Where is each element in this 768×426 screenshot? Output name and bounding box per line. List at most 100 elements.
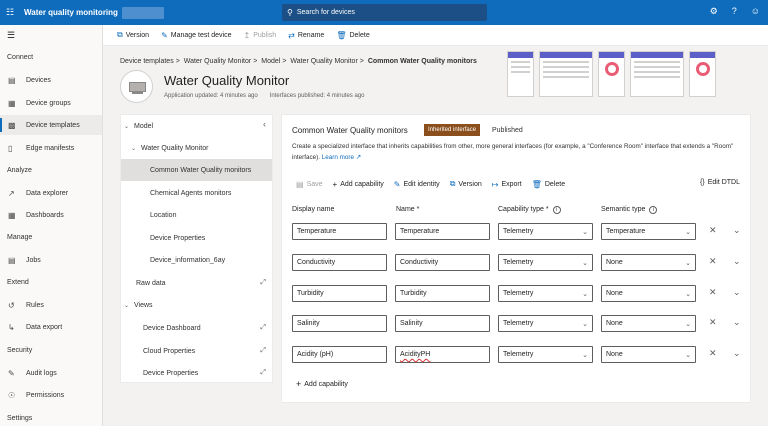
chevron-down-icon[interactable]: ⌄ bbox=[733, 256, 741, 267]
chevron-down-icon: ⌄ bbox=[582, 351, 588, 359]
save-button[interactable]: ▤ Save bbox=[296, 180, 323, 189]
chevron-down-icon[interactable]: ⌄ bbox=[733, 287, 741, 298]
capability-type-select[interactable]: Telemetry ⌄ bbox=[498, 315, 593, 332]
section-manage: Manage bbox=[7, 234, 33, 241]
search-icon: ⚲ bbox=[287, 8, 293, 17]
learn-more-link[interactable]: Learn more bbox=[322, 154, 354, 161]
tree-item-device-dashboard[interactable]: Device Dashboard ⤢ bbox=[121, 317, 272, 339]
dashboard-thumbnails bbox=[507, 51, 716, 97]
tree-item-water-quality-monitor[interactable]: ⌄ Water Quality Monitor bbox=[121, 137, 272, 159]
display-name-input[interactable]: Conductivity bbox=[292, 254, 387, 271]
sidebar-item-permissions[interactable]: ☉ Permissions bbox=[0, 385, 102, 405]
sidebar-item-data-export[interactable]: ↳ Data export bbox=[0, 317, 102, 337]
chevron-down-icon[interactable]: ⌄ bbox=[733, 348, 741, 359]
close-icon[interactable]: ✕ bbox=[709, 225, 717, 236]
manage-test-device-button[interactable]: ✎ Manage test device bbox=[161, 31, 231, 40]
tree-item-views[interactable]: ⌄ Views bbox=[121, 294, 272, 316]
export-icon: ↦ bbox=[491, 179, 499, 189]
breadcrumb-model[interactable]: Model bbox=[261, 58, 280, 65]
semantic-type-select[interactable]: None ⌄ bbox=[601, 315, 696, 332]
tree-item-location[interactable]: Location bbox=[121, 204, 272, 226]
close-icon[interactable]: ✕ bbox=[709, 287, 717, 298]
sidebar-item-jobs[interactable]: ▤ Jobs bbox=[0, 250, 102, 270]
help-icon[interactable]: ? bbox=[732, 6, 737, 17]
add-capability-button[interactable]: + Add capability bbox=[333, 180, 384, 189]
expand-icon[interactable]: ⤢ bbox=[260, 279, 266, 287]
capability-row: Acidity (pH) AcidityPH Telemetry ⌄ None ⌄ … bbox=[282, 346, 750, 366]
chevron-down-icon: ⌄ bbox=[582, 259, 588, 267]
capability-type-select[interactable]: Telemetry ⌄ bbox=[498, 285, 593, 302]
sidebar-item-rules[interactable]: ↺ Rules bbox=[0, 295, 102, 315]
tree-item-device-information[interactable]: Device_information_6ay bbox=[121, 249, 272, 271]
semantic-type-select[interactable]: None ⌄ bbox=[601, 346, 696, 363]
display-name-input[interactable]: Turbidity bbox=[292, 285, 387, 302]
close-icon[interactable]: ✕ bbox=[709, 317, 717, 328]
sidebar-item-devices[interactable]: ▤ Devices bbox=[0, 70, 102, 90]
name-input[interactable]: Temperature bbox=[395, 223, 490, 240]
info-icon[interactable]: i bbox=[552, 206, 561, 214]
add-capability-link[interactable]: + Add capability bbox=[296, 379, 348, 389]
expand-icon[interactable]: ⤢ bbox=[260, 324, 266, 332]
plus-icon: + bbox=[332, 179, 338, 189]
breadcrumb-water-quality-monitor-2[interactable]: Water Quality Monitor bbox=[290, 58, 357, 65]
search-box[interactable]: ⚲ Search for devices bbox=[282, 4, 487, 21]
tree-item-device-properties[interactable]: Device Properties bbox=[121, 227, 272, 249]
publish-button[interactable]: ↥ Publish bbox=[243, 31, 276, 40]
rules-icon: ↺ bbox=[8, 300, 15, 310]
capability-type-select[interactable]: Telemetry ⌄ bbox=[498, 346, 593, 363]
sidebar-item-dashboards[interactable]: ▦ Dashboards bbox=[0, 205, 102, 225]
semantic-type-select[interactable]: Temperature ⌄ bbox=[601, 223, 696, 240]
expand-icon[interactable]: ⤢ bbox=[260, 347, 266, 355]
info-icon[interactable]: i bbox=[649, 206, 658, 214]
sidebar-item-device-groups[interactable]: ▦ Device groups bbox=[0, 93, 102, 113]
account-icon[interactable]: ☺ bbox=[751, 6, 760, 17]
semantic-type-select[interactable]: None ⌄ bbox=[601, 254, 696, 271]
thumbnail-image bbox=[630, 51, 684, 97]
expand-icon[interactable]: ⤢ bbox=[260, 369, 266, 377]
display-name-input[interactable]: Salinity bbox=[292, 315, 387, 332]
sidebar-item-device-templates[interactable]: ▩ Device templates bbox=[0, 115, 102, 135]
capability-row: Turbidity Turbidity Telemetry ⌄ None ⌄ ✕ ⌄ bbox=[282, 285, 750, 305]
tree-item-model[interactable]: ⌄ Model bbox=[121, 115, 272, 137]
version-button[interactable]: ⧉ Version bbox=[117, 30, 149, 40]
display-name-input[interactable]: Acidity (pH) bbox=[292, 346, 387, 363]
sidebar-item-audit-logs[interactable]: ✎ Audit logs bbox=[0, 363, 102, 383]
tree-item-common-water-quality[interactable]: Common Water Quality monitors bbox=[121, 159, 272, 181]
name-input[interactable]: AcidityPH bbox=[395, 346, 490, 363]
device-groups-icon: ▦ bbox=[8, 98, 16, 108]
version-button[interactable]: ⧉ Version bbox=[450, 179, 482, 189]
delete-button[interactable]: 🗑 Delete bbox=[336, 31, 369, 40]
name-input[interactable]: Conductivity bbox=[395, 254, 490, 271]
close-icon[interactable]: ✕ bbox=[709, 348, 717, 359]
app-launcher-icon[interactable]: ☷ bbox=[6, 7, 20, 18]
display-name-input[interactable]: Temperature bbox=[292, 223, 387, 240]
name-input[interactable]: Turbidity bbox=[395, 285, 490, 302]
sidebar-item-data-explorer[interactable]: ↗ Data explorer bbox=[0, 183, 102, 203]
sidebar-item-edge-manifests[interactable]: ▯ Edge manifests bbox=[0, 138, 102, 158]
app-title[interactable]: Water quality monitoring bbox=[24, 8, 118, 17]
capability-type-select[interactable]: Telemetry ⌄ bbox=[498, 254, 593, 271]
edit-identity-button[interactable]: ✎ Edit identity bbox=[394, 180, 440, 189]
hamburger-icon[interactable]: ☰ bbox=[7, 30, 15, 41]
chevron-down-icon[interactable]: ⌄ bbox=[733, 225, 741, 236]
tree-item-cloud-properties[interactable]: Cloud Properties ⤢ bbox=[121, 340, 272, 362]
semantic-type-select[interactable]: None ⌄ bbox=[601, 285, 696, 302]
chevron-down-icon[interactable]: ⌄ bbox=[733, 317, 741, 328]
breadcrumb-device-templates[interactable]: Device templates bbox=[120, 58, 174, 65]
breadcrumb-water-quality-monitor[interactable]: Water Quality Monitor bbox=[184, 58, 251, 65]
chevron-down-icon: ⌄ bbox=[685, 228, 691, 236]
tree-item-raw-data[interactable]: Raw data ⤢ bbox=[121, 272, 272, 294]
chevron-down-icon: ⌄ bbox=[124, 302, 130, 309]
delete-button[interactable]: 🗑 Delete bbox=[532, 180, 565, 189]
tree-item-device-properties-view[interactable]: Device Properties ⤢ bbox=[121, 362, 272, 384]
settings-icon[interactable]: ⚙ bbox=[710, 6, 718, 17]
name-input[interactable]: Salinity bbox=[395, 315, 490, 332]
save-icon: ▤ bbox=[296, 179, 304, 189]
export-button[interactable]: ↦ Export bbox=[492, 180, 522, 189]
rename-button[interactable]: ⇄ Rename bbox=[288, 31, 324, 40]
edit-dtdl-button[interactable]: {} Edit DTDL bbox=[700, 179, 740, 186]
capability-type-select[interactable]: Telemetry ⌄ bbox=[498, 223, 593, 240]
tree-item-chemical-agents[interactable]: Chemical Agents monitors bbox=[121, 182, 272, 204]
close-icon[interactable]: ✕ bbox=[709, 256, 717, 267]
app-selector[interactable] bbox=[121, 6, 164, 19]
